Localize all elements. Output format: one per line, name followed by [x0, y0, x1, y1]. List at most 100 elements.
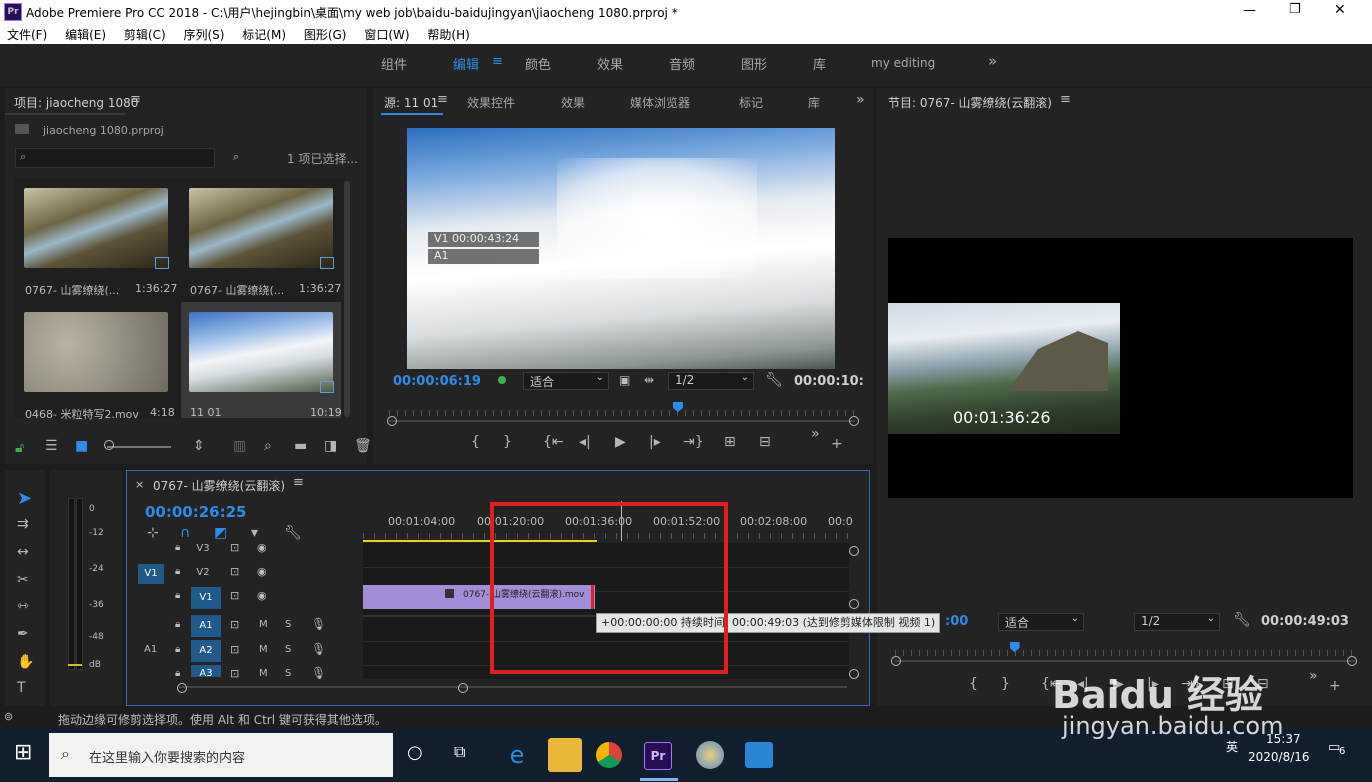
tab-markers[interactable]: 标记 — [739, 94, 763, 111]
more-controls-icon[interactable]: » — [1309, 668, 1318, 684]
mute-button[interactable]: M — [259, 619, 268, 630]
lock-icon[interactable]: 🔓︎ — [15, 440, 24, 456]
wrench-icon[interactable]: 🔧︎ — [1233, 612, 1251, 628]
chrome-icon[interactable] — [596, 742, 622, 768]
ime-lang[interactable]: 英 — [1226, 738, 1238, 755]
menu-edit[interactable]: 编辑(E) — [65, 28, 106, 42]
source-resolution-dropdown[interactable]: 1/2 ⌄ — [668, 372, 754, 390]
tab-effect-controls[interactable]: 效果控件 — [467, 94, 515, 111]
ws-color[interactable]: 颜色 — [525, 54, 551, 73]
sequence-thumbnail[interactable] — [189, 188, 333, 268]
ws-menu-icon[interactable]: ≡ — [492, 54, 503, 69]
automate-icon[interactable]: ▥ — [233, 438, 246, 454]
mute-button[interactable]: M — [259, 644, 268, 655]
slip-tool-icon[interactable]: ⇿ — [17, 598, 29, 614]
solo-button[interactable]: S — [285, 619, 291, 630]
tab-libraries[interactable]: 库 — [808, 94, 820, 111]
source-menu-icon[interactable]: ≡ — [437, 92, 448, 107]
program-fit-dropdown[interactable]: 适合 ⌄ — [998, 613, 1084, 631]
zoom-slider-handle[interactable] — [104, 440, 114, 450]
track-label-a3[interactable]: A3 — [191, 665, 221, 677]
video-editor-icon[interactable] — [745, 742, 773, 768]
track-label-v2[interactable]: V2 — [191, 564, 215, 582]
menu-marker[interactable]: 标记(M) — [242, 28, 286, 42]
timeline-zoom-handle-left[interactable] — [177, 683, 187, 693]
mark-in-icon[interactable]: { — [969, 676, 978, 692]
timeline-timecode[interactable]: 00:00:26:25 — [145, 503, 247, 521]
menu-clip[interactable]: 剪辑(C) — [124, 28, 166, 42]
add-button-icon[interactable]: + — [1329, 678, 1341, 694]
mute-button[interactable]: M — [259, 668, 268, 679]
lock-icon[interactable]: 🔒︎ — [175, 668, 180, 679]
sync-lock-icon[interactable]: ⊡ — [230, 667, 239, 680]
eye-icon[interactable]: ◉ — [257, 565, 267, 578]
edge-browser-icon[interactable]: e — [500, 738, 534, 772]
eye-icon[interactable]: ◉ — [257, 589, 267, 602]
overwrite-icon[interactable]: ⊟ — [759, 434, 771, 450]
taskbar-search-box[interactable]: ⌕ 在这里输入你要搜索的内容 — [49, 733, 393, 777]
video-scroll-handle[interactable] — [849, 546, 859, 556]
microphone-icon[interactable]: 🎙︎ — [311, 617, 326, 631]
bin-search-icon[interactable]: ⌕ — [233, 150, 239, 164]
program-zoom-handle-right[interactable] — [1347, 656, 1357, 666]
ws-my-editing[interactable]: my editing — [871, 56, 935, 70]
program-zoom-handle-left[interactable] — [891, 656, 901, 666]
selection-tool-icon[interactable]: ➤ — [17, 488, 32, 509]
find-icon[interactable]: ⌕ — [264, 438, 272, 454]
tab-media-browser[interactable]: 媒体浏览器 — [630, 94, 690, 111]
tab-effects[interactable]: 效果 — [561, 94, 585, 111]
sort-icon[interactable]: ⇕ — [193, 438, 205, 454]
sequence-menu-icon[interactable]: ≡ — [293, 475, 304, 490]
cortana-icon[interactable]: ○ — [407, 742, 423, 763]
mark-in-icon[interactable]: { — [471, 434, 480, 450]
track-select-tool-icon[interactable]: ⇉ — [17, 516, 29, 532]
timeline-scrollbar[interactable] — [179, 686, 847, 688]
timeline-zoom-handle-right[interactable] — [458, 683, 468, 693]
track-label-a1[interactable]: A1 — [191, 615, 221, 637]
close-sequence-icon[interactable]: × — [135, 478, 144, 491]
source-timecode[interactable]: 00:00:06:19 — [393, 374, 481, 389]
audio-scroll-handle[interactable] — [849, 669, 859, 679]
task-view-icon[interactable]: ⧉ — [454, 742, 465, 762]
source-zoom-handle-left[interactable] — [387, 416, 397, 426]
minimize-button[interactable]: — — [1243, 3, 1256, 18]
ws-assembly[interactable]: 组件 — [381, 54, 407, 73]
mark-out-icon[interactable]: } — [503, 434, 512, 450]
more-controls-icon[interactable]: » — [811, 426, 820, 442]
menu-window[interactable]: 窗口(W) — [364, 28, 409, 42]
icon-view-icon[interactable]: ■ — [75, 438, 88, 454]
track-label-v1[interactable]: V1 — [191, 587, 221, 609]
menu-sequence[interactable]: 序列(S) — [183, 28, 224, 42]
solo-button[interactable]: S — [285, 668, 291, 679]
close-button[interactable]: ✕ — [1334, 2, 1346, 18]
audio-scroll-handle[interactable] — [849, 599, 859, 609]
program-resolution-dropdown[interactable]: 1/2 ⌄ — [1134, 613, 1220, 631]
type-tool-icon[interactable]: T — [17, 680, 26, 696]
track-label-v3[interactable]: V3 — [191, 540, 215, 558]
razor-tool-icon[interactable]: ✂ — [17, 572, 29, 588]
add-button-icon[interactable]: + — [831, 436, 843, 452]
sync-lock-icon[interactable]: ⊡ — [230, 565, 239, 578]
play-icon[interactable]: ▶ — [615, 434, 626, 450]
maximize-button[interactable]: ❐ — [1289, 2, 1301, 17]
project-menu-icon[interactable]: ≡ — [130, 92, 141, 107]
safe-margins-icon[interactable]: ▣ — [619, 373, 630, 387]
paint-icon[interactable] — [696, 741, 724, 769]
microphone-icon[interactable]: 🎙︎ — [311, 666, 326, 680]
project-title[interactable]: 项目: jiaocheng 1080 — [14, 94, 138, 111]
lock-icon[interactable]: 🔒︎ — [175, 644, 180, 655]
delete-icon[interactable]: 🗑︎ — [354, 438, 372, 454]
source-more-tabs[interactable]: » — [856, 92, 865, 108]
premiere-taskbar-icon[interactable]: Pr — [644, 742, 672, 770]
list-view-icon[interactable]: ☰ — [45, 438, 58, 454]
clip-thumbnail[interactable] — [189, 312, 333, 392]
pen-tool-icon[interactable]: ✒ — [17, 626, 29, 642]
source-fit-dropdown[interactable]: 适合 ⌄ — [523, 372, 609, 390]
program-title[interactable]: 节目: 0767- 山雾缭绕(云翻滚) — [888, 94, 1052, 111]
source-time-ruler[interactable] — [389, 410, 855, 416]
program-menu-icon[interactable]: ≡ — [1060, 92, 1071, 107]
ws-editing[interactable]: 编辑 — [453, 54, 479, 73]
export-frame-icon[interactable]: ⇹ — [644, 373, 654, 387]
clock-date[interactable]: 2020/8/16 — [1248, 750, 1310, 764]
menu-graphics[interactable]: 图形(G) — [304, 28, 347, 42]
